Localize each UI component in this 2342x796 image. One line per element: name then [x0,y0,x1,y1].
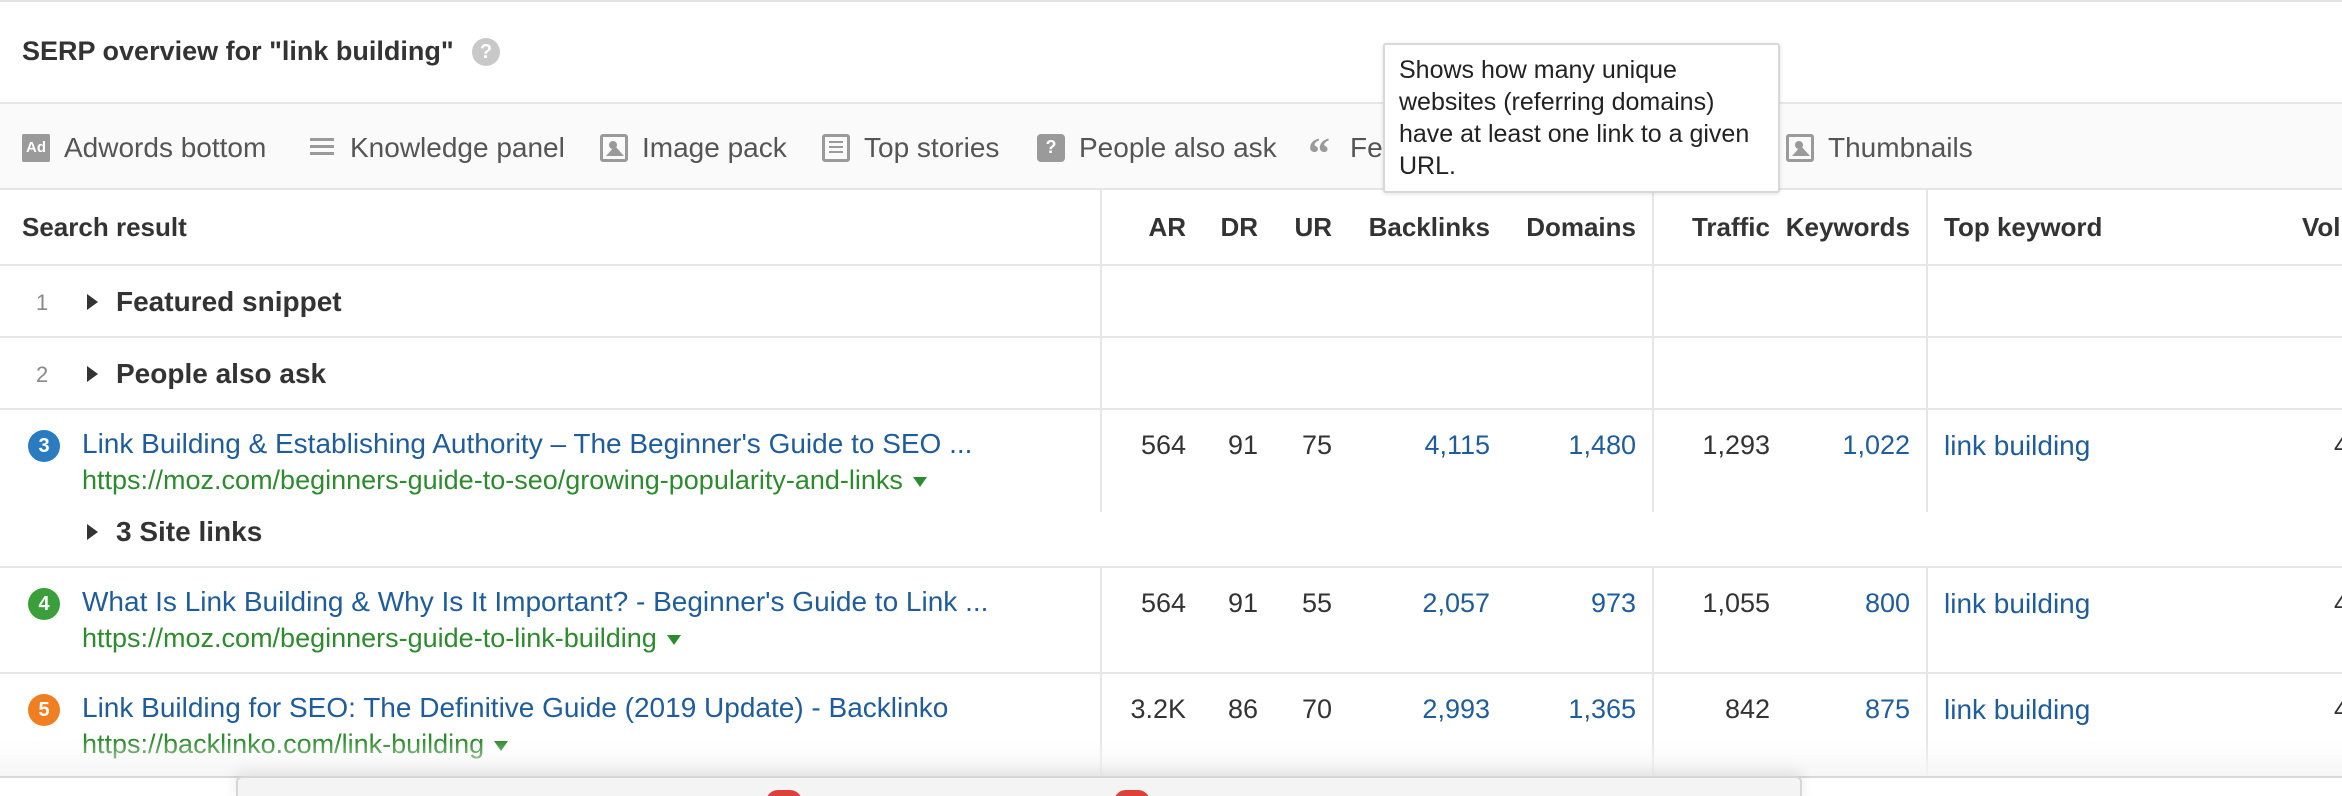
column-dr[interactable]: DR [1200,212,1258,243]
feature-label: Fe [1350,132,1383,163]
group-label: People also ask [116,358,327,389]
feature-label: People also ask [1079,132,1277,163]
cell-keywords[interactable]: 800 [1770,588,1910,619]
top-divider [0,0,2342,2]
feature-people-also-ask[interactable]: ? People also ask [1037,128,1277,168]
serp-features-bar: Ad Adwords bottom Knowledge panel Image … [0,104,2342,190]
cell-ar: 564 [1140,588,1186,618]
chevron-down-icon[interactable] [666,634,681,645]
position-badge: 5 [28,694,60,726]
table-header: Search result AR DR UR Backlinks Domains… [0,190,2342,266]
feature-label: Thumbnails [1828,132,1973,163]
cell-dr: 86 [1227,694,1258,724]
cell-traffic: 842 [1724,694,1770,724]
cell-backlinks[interactable]: 2,993 [1340,694,1490,725]
page-title: SERP overview for "link building" [22,36,454,66]
cell-volume: 4 [2334,430,2342,460]
group-label: Featured snippet [116,286,342,317]
cell-keywords[interactable]: 1,022 [1770,430,1910,461]
cell-ar: 564 [1140,430,1186,460]
row-number: 2 [36,362,49,387]
bottom-fade [0,740,2342,776]
bottom-panel[interactable] [236,776,1802,796]
result-title-link[interactable]: What Is Link Building & Why Is It Import… [82,586,988,618]
column-volume[interactable]: Vol [2302,212,2341,243]
column-search-result[interactable]: Search result [22,212,187,243]
result-title-link[interactable]: Link Building for SEO: The Definitive Gu… [82,692,948,724]
result-title-link[interactable]: Link Building & Establishing Authority –… [82,428,972,460]
cell-domains[interactable]: 1,365 [1500,694,1636,725]
cell-ar: 3.2K [1130,694,1186,724]
image-icon [1786,134,1814,162]
position-badge: 4 [28,588,60,620]
serp-header: SERP overview for "link building" ? [0,0,2342,104]
result-url-text: https://moz.com/beginners-guide-to-seo/g… [82,465,903,495]
result-url[interactable]: https://moz.com/beginners-guide-to-link-… [82,623,681,654]
feature-label: Knowledge panel [350,132,565,163]
table-row: 3 Link Building & Establishing Authority… [0,410,2342,568]
position-badge: 3 [28,430,60,462]
cell-top-keyword[interactable]: link building [1944,430,2090,462]
cell-traffic: 1,055 [1702,588,1770,618]
question-icon[interactable]: ? [472,38,500,66]
column-ar[interactable]: AR [1120,212,1186,243]
news-icon [822,134,850,162]
column-top-keyword[interactable]: Top keyword [1944,212,2102,243]
feature-top-stories[interactable]: Top stories [822,128,999,168]
chevron-down-icon[interactable] [912,476,927,487]
table-row: 4 What Is Link Building & Why Is It Impo… [0,568,2342,674]
feature-label: Top stories [864,132,1000,163]
knowledge-panel-icon [308,134,336,162]
column-keywords[interactable]: Keywords [1770,212,1910,243]
domains-tooltip: Shows how many unique websites (referrin… [1383,43,1780,193]
column-domains[interactable]: Domains [1500,212,1636,243]
group-row-featured-snippet[interactable]: 1 Featured snippet [0,266,2342,338]
cell-keywords[interactable]: 875 [1770,694,1910,725]
feature-label: Adwords bottom [64,132,267,163]
column-ur[interactable]: UR [1270,212,1332,243]
feature-thumbnails[interactable]: Thumbnails [1786,128,1973,168]
feature-featured-snippet[interactable]: “ Fe [1308,128,1383,178]
cell-backlinks[interactable]: 2,057 [1340,588,1490,619]
cell-dr: 91 [1227,588,1258,618]
cell-top-keyword[interactable]: link building [1944,694,2090,726]
cell-ur: 70 [1301,694,1332,724]
group-row-people-also-ask[interactable]: 2 People also ask [0,338,2342,410]
row-number: 1 [36,290,49,315]
expand-triangle-icon[interactable] [87,294,98,310]
feature-label: Image pack [642,132,787,163]
cell-backlinks[interactable]: 4,115 [1340,430,1490,461]
site-links-toggle[interactable]: 3 Site links [116,516,262,548]
ad-icon: Ad [22,134,50,162]
cell-volume: 4 [2334,694,2342,724]
feature-image-pack[interactable]: Image pack [600,128,787,168]
cell-dr: 91 [1227,430,1258,460]
cell-volume: 4 [2334,588,2342,618]
question-box-icon: ? [1037,134,1065,162]
cell-traffic: 1,293 [1702,430,1770,460]
cell-ur: 75 [1301,430,1332,460]
feature-adwords-bottom[interactable]: Ad Adwords bottom [22,128,266,168]
cell-ur: 55 [1301,588,1332,618]
expand-triangle-icon[interactable] [87,366,98,382]
result-url[interactable]: https://moz.com/beginners-guide-to-seo/g… [82,465,927,496]
cell-domains[interactable]: 1,480 [1500,430,1636,461]
feature-knowledge-panel[interactable]: Knowledge panel [308,128,565,168]
column-traffic[interactable]: Traffic [1660,212,1770,243]
expand-triangle-icon[interactable] [87,524,98,540]
image-icon [600,134,628,162]
cell-domains[interactable]: 973 [1500,588,1636,619]
result-url-text: https://moz.com/beginners-guide-to-link-… [82,623,657,653]
quote-icon: “ [1308,129,1330,178]
cell-top-keyword[interactable]: link building [1944,588,2090,620]
column-backlinks[interactable]: Backlinks [1340,212,1490,243]
